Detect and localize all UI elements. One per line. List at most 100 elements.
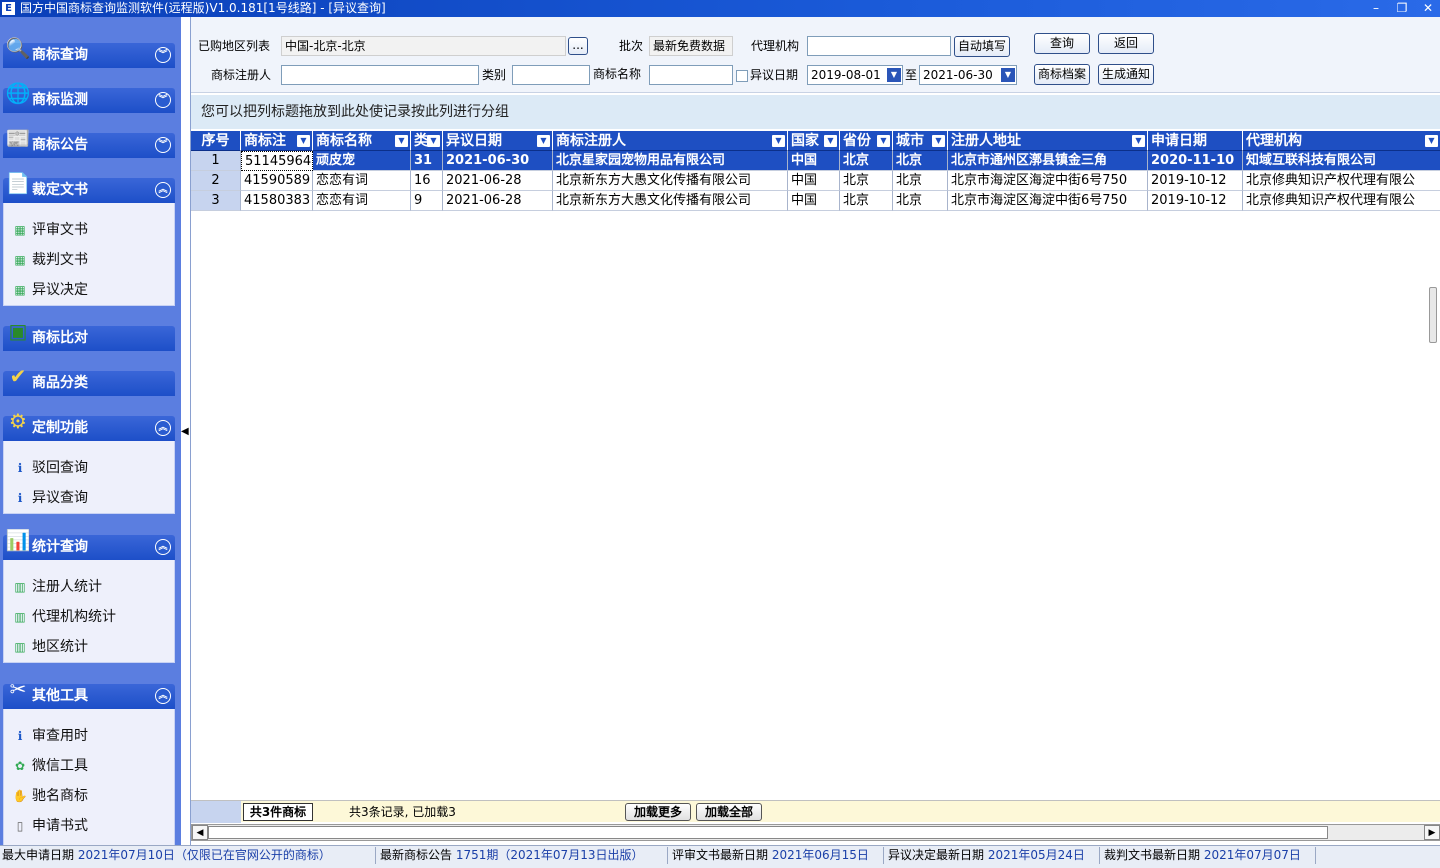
load-all-button[interactable]: 加载全部	[696, 803, 762, 821]
chevron-down-icon[interactable]: ︾	[155, 92, 171, 108]
sidebar-item-region-stats[interactable]: ▥ 地区统计	[4, 632, 174, 662]
cell-appdate[interactable]: 2020-11-10	[1148, 151, 1243, 171]
opp-date-checkbox[interactable]	[736, 70, 748, 82]
sidebar-group-header[interactable]: 📰 商标公告 ︾	[3, 126, 175, 158]
cell-registrant[interactable]: 北京星家园宠物用品有限公司	[553, 151, 788, 171]
column-header-city[interactable]: 城市 ▼	[893, 131, 948, 151]
chevron-up-icon[interactable]: ︽	[155, 420, 171, 436]
cell-index[interactable]: 2	[191, 171, 241, 191]
sidebar-group-goods-classification[interactable]: ✔ 商品分类	[3, 364, 175, 396]
cell-country[interactable]: 中国	[788, 151, 840, 171]
cell-class[interactable]: 9	[411, 191, 443, 211]
sidebar-item-judgment-documents[interactable]: ▦ 裁判文书	[4, 245, 174, 275]
chevron-down-icon[interactable]: ︾	[155, 47, 171, 63]
cell-index[interactable]: 1	[191, 151, 241, 171]
sidebar-item-review-documents[interactable]: ▦ 评审文书	[4, 215, 174, 245]
filter-dropdown-icon[interactable]: ▼	[537, 135, 550, 147]
sidebar-item-agency-stats[interactable]: ▥ 代理机构统计	[4, 602, 174, 632]
cell-address[interactable]: 北京市海淀区海淀中街6号750	[948, 171, 1148, 191]
sidebar-group-header[interactable]: 🔍 商标查询 ︾	[3, 36, 175, 68]
close-icon[interactable]: ✕	[1422, 0, 1434, 17]
cell-regno[interactable]: 41590589	[241, 171, 313, 191]
cell-city[interactable]: 北京	[893, 151, 948, 171]
sidebar-group-header[interactable]: ✂ 其他工具 ︽	[3, 677, 175, 709]
cell-index[interactable]: 3	[191, 191, 241, 211]
region-picker-button[interactable]: ...	[568, 37, 588, 55]
column-header-regno[interactable]: 商标注 ▼	[241, 131, 313, 151]
cell-province[interactable]: 北京	[840, 171, 893, 191]
scroll-left-icon[interactable]: ◀	[192, 825, 208, 840]
sidebar-group-trademark-compare[interactable]: ▣ 商标比对	[3, 319, 175, 351]
minimize-icon[interactable]: –	[1370, 0, 1382, 17]
batch-field[interactable]: 最新免费数据	[649, 36, 733, 56]
sidebar-group-custom-functions[interactable]: ⚙ 定制功能 ︽ ℹ 驳回查询 ℹ 异议查询	[3, 409, 175, 514]
cell-appdate[interactable]: 2019-10-12	[1148, 191, 1243, 211]
column-header-agency[interactable]: 代理机构 ▼	[1243, 131, 1440, 151]
registrant-input[interactable]	[281, 65, 479, 85]
trademark-archive-button[interactable]: 商标档案	[1034, 64, 1090, 85]
group-by-hint[interactable]: 您可以把列标题拖放到此处使记录按此列进行分组	[191, 95, 1440, 129]
cell-class[interactable]: 31	[411, 151, 443, 171]
load-more-button[interactable]: 加载更多	[625, 803, 691, 821]
horizontal-scrollbar[interactable]: ◀ ▶	[191, 824, 1440, 841]
sidebar-group-header[interactable]: 📊 统计查询 ︽	[3, 528, 175, 560]
filter-dropdown-icon[interactable]: ▼	[427, 135, 440, 147]
column-header-country[interactable]: 国家 ▼	[788, 131, 840, 151]
cell-oppdate[interactable]: 2021-06-28	[443, 191, 553, 211]
cell-address[interactable]: 北京市通州区漷县镇金三角	[948, 151, 1148, 171]
column-header-appdate[interactable]: 申请日期	[1148, 131, 1243, 151]
filter-dropdown-icon[interactable]: ▼	[297, 135, 310, 147]
sidebar-group-other-tools[interactable]: ✂ 其他工具 ︽ ℹ 审查用时 ✿ 微信工具 ✋ 驰名商标 ▯ 申请书式	[3, 677, 175, 845]
cell-agency[interactable]: 北京修典知识产权代理有限公	[1243, 171, 1440, 191]
sidebar-collapse-icon[interactable]: ◀	[181, 425, 190, 439]
filter-dropdown-icon[interactable]: ▼	[395, 135, 408, 147]
class-input[interactable]	[512, 65, 590, 85]
cell-regno[interactable]: 41580383	[241, 191, 313, 211]
horizontal-scrollbar-thumb[interactable]	[208, 826, 1328, 839]
autofill-button[interactable]: 自动填写	[954, 36, 1010, 57]
sidebar-group-header[interactable]: ⚙ 定制功能 ︽	[3, 409, 175, 441]
table-row[interactable]: 1 51145964 顽皮宠 31 2021-06-30 北京星家园宠物用品有限…	[191, 151, 1440, 171]
filter-dropdown-icon[interactable]: ▼	[877, 135, 890, 147]
filter-dropdown-icon[interactable]: ▼	[824, 135, 837, 147]
sidebar-group-header[interactable]: 📄 裁定文书 ︽	[3, 171, 175, 203]
cell-registrant[interactable]: 北京新东方大愚文化传播有限公司	[553, 191, 788, 211]
cell-tmname[interactable]: 顽皮宠	[313, 151, 411, 171]
chevron-down-icon[interactable]: ▼	[887, 68, 901, 82]
generate-notice-button[interactable]: 生成通知	[1098, 64, 1154, 85]
cell-country[interactable]: 中国	[788, 191, 840, 211]
column-header-tmname[interactable]: 商标名称 ▼	[313, 131, 411, 151]
chevron-down-icon[interactable]: ▼	[1001, 68, 1015, 82]
sidebar-item-famous-trademarks[interactable]: ✋ 驰名商标	[4, 781, 174, 811]
chevron-up-icon[interactable]: ︽	[155, 539, 171, 555]
chevron-up-icon[interactable]: ︽	[155, 182, 171, 198]
column-header-index[interactable]: 序号	[191, 131, 241, 151]
cell-oppdate[interactable]: 2021-06-28	[443, 171, 553, 191]
sidebar-group-header[interactable]: ✔ 商品分类	[3, 364, 175, 396]
column-header-class[interactable]: 类 ▼	[411, 131, 443, 151]
sidebar-group-ruling-documents[interactable]: 📄 裁定文书 ︽ ▦ 评审文书 ▦ 裁判文书 ▦ 异议决定	[3, 171, 175, 306]
scroll-right-icon[interactable]: ▶	[1424, 825, 1440, 840]
sidebar-item-opposition-decisions[interactable]: ▦ 异议决定	[4, 275, 174, 305]
cell-agency[interactable]: 知域互联科技有限公司	[1243, 151, 1440, 171]
cell-city[interactable]: 北京	[893, 171, 948, 191]
table-row[interactable]: 3 41580383 恋恋有词 9 2021-06-28 北京新东方大愚文化传播…	[191, 191, 1440, 211]
column-header-registrant[interactable]: 商标注册人 ▼	[553, 131, 788, 151]
sidebar-item-wechat-tools[interactable]: ✿ 微信工具	[4, 751, 174, 781]
tmname-input[interactable]	[649, 65, 733, 85]
column-header-oppdate[interactable]: 异议日期 ▼	[443, 131, 553, 151]
cell-province[interactable]: 北京	[840, 191, 893, 211]
cell-agency[interactable]: 北京修典知识产权代理有限公	[1243, 191, 1440, 211]
cell-tmname[interactable]: 恋恋有词	[313, 171, 411, 191]
cell-country[interactable]: 中国	[788, 171, 840, 191]
filter-dropdown-icon[interactable]: ▼	[1425, 135, 1438, 147]
cell-tmname[interactable]: 恋恋有词	[313, 191, 411, 211]
sidebar-item-opposition-query[interactable]: ℹ 异议查询	[4, 483, 174, 513]
sidebar-item-review-time[interactable]: ℹ 审查用时	[4, 721, 174, 751]
cell-regno[interactable]: 51145964	[241, 151, 313, 171]
restore-icon[interactable]: ❐	[1396, 0, 1408, 17]
column-header-province[interactable]: 省份 ▼	[840, 131, 893, 151]
sidebar-group-header[interactable]: ▣ 商标比对	[3, 319, 175, 351]
region-field[interactable]: 中国-北京-北京	[281, 36, 566, 56]
back-button[interactable]: 返回	[1098, 33, 1154, 54]
